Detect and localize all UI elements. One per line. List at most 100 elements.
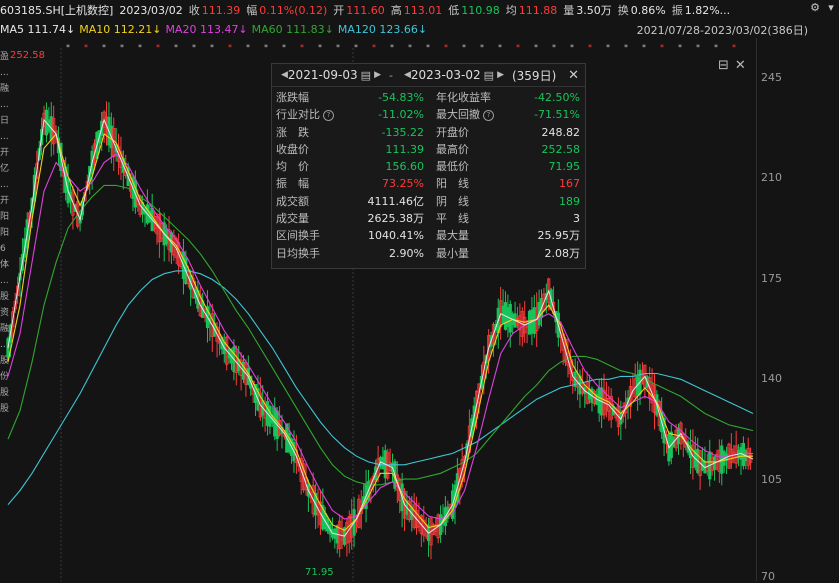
- y-tick-70: 70: [761, 570, 775, 583]
- avg-label: 均: [505, 4, 517, 17]
- calendar-icon[interactable]: ▤: [361, 69, 371, 82]
- calendar-icon[interactable]: ▤: [484, 69, 494, 82]
- event-marker[interactable]: *: [336, 43, 340, 52]
- close-icon[interactable]: ✕: [568, 68, 579, 83]
- event-marker[interactable]: *: [642, 43, 646, 52]
- event-marker[interactable]: *: [516, 43, 520, 52]
- event-marker[interactable]: *: [696, 43, 700, 52]
- ma5-legend[interactable]: MA5 111.74↓: [0, 23, 75, 36]
- stat-value: 167: [559, 177, 580, 191]
- stat-label: 阳 线: [436, 177, 469, 191]
- event-marker[interactable]: *: [588, 43, 592, 52]
- event-marker[interactable]: *: [228, 43, 232, 52]
- stat-value: 111.39: [385, 142, 425, 156]
- amplitude-label: 振: [671, 4, 683, 17]
- stat-value: 1040.41%: [368, 229, 424, 243]
- stat-label: 行业对比?: [276, 106, 354, 123]
- end-date-picker[interactable]: ◀ 2023-03-02 ▤ ▶: [401, 68, 504, 82]
- start-date-picker[interactable]: ◀ 2021-09-03 ▤ ▶: [278, 68, 381, 82]
- help-icon[interactable]: ?: [483, 110, 494, 122]
- stat-label: 平 线: [436, 212, 469, 226]
- event-marker[interactable]: *: [480, 43, 484, 52]
- event-marker[interactable]: *: [264, 43, 268, 52]
- stat-label: 振 幅: [276, 177, 309, 191]
- event-marker[interactable]: *: [192, 43, 196, 52]
- date-range-label: 2021/07/28-2023/03/02(386日): [636, 24, 808, 37]
- close-chart-icon[interactable]: ✕: [735, 58, 746, 73]
- event-marker[interactable]: *: [714, 43, 718, 52]
- event-marker[interactable]: *: [354, 43, 358, 52]
- event-marker[interactable]: *: [282, 43, 286, 52]
- event-marker[interactable]: *: [570, 43, 574, 52]
- ma20-legend[interactable]: MA20 113.47↓: [165, 23, 247, 36]
- quote-bar: 603185.SH[上机数控] 2023/03/02 收 111.39 幅 0.11…: [0, 0, 839, 20]
- stat-value: -54.83%: [378, 91, 424, 104]
- event-marker[interactable]: *: [552, 43, 556, 52]
- stat-value: 2.08万: [544, 246, 581, 260]
- stat-value: 73.25%: [382, 177, 424, 191]
- end-date[interactable]: 2023-03-02: [411, 68, 481, 82]
- help-icon[interactable]: ?: [323, 110, 334, 122]
- event-marker[interactable]: *: [498, 43, 502, 52]
- event-marker[interactable]: *: [444, 43, 448, 52]
- day-count: (359日): [511, 68, 557, 83]
- restore-icon[interactable]: ⊟: [718, 58, 729, 73]
- caret-left-icon[interactable]: ◀: [281, 70, 288, 80]
- vol-value: 3.50万: [576, 4, 612, 17]
- stat-value: 71.95: [548, 160, 581, 174]
- high-value: 113.01: [403, 3, 443, 17]
- event-marker[interactable]: *: [426, 43, 430, 52]
- event-marker[interactable]: *: [624, 43, 628, 52]
- event-marker[interactable]: *: [372, 43, 376, 52]
- event-marker[interactable]: *: [156, 43, 160, 52]
- date-separator: -: [389, 68, 393, 82]
- vol-label: 量: [563, 4, 575, 17]
- ma10-legend[interactable]: MA10 112.21↓: [79, 23, 161, 36]
- stat-label: 最大回撤?: [424, 106, 500, 123]
- stock-symbol[interactable]: 603185.SH[上机数控]: [0, 2, 113, 18]
- ma60-legend[interactable]: MA60 111.83↓: [252, 23, 334, 36]
- event-marker[interactable]: *: [390, 43, 394, 52]
- y-tick-210: 210: [761, 171, 782, 184]
- stat-value: -11.02%: [378, 108, 424, 122]
- event-marker[interactable]: *: [120, 43, 124, 52]
- low-marker: 71.95: [305, 567, 334, 578]
- event-marker[interactable]: *: [678, 43, 682, 52]
- y-tick-245: 245: [761, 71, 782, 84]
- event-marker[interactable]: *: [246, 43, 250, 52]
- stat-label: 均 价: [276, 160, 309, 174]
- stat-value: 252.58: [541, 142, 581, 156]
- high-marker: 252.58: [10, 50, 45, 61]
- caret-left-icon[interactable]: ◀: [404, 70, 411, 80]
- open-label: 开: [333, 4, 345, 17]
- caret-right-icon[interactable]: ▶: [374, 70, 381, 80]
- event-marker[interactable]: *: [318, 43, 322, 52]
- settings-icon[interactable]: ⚙: [809, 2, 821, 14]
- event-marker[interactable]: *: [660, 43, 664, 52]
- event-marker[interactable]: *: [174, 43, 178, 52]
- avg-value: 111.88: [518, 3, 558, 17]
- stat-label: 成交额: [276, 194, 309, 208]
- event-marker[interactable]: *: [462, 43, 466, 52]
- ma120-legend[interactable]: MA120 123.66↓: [338, 23, 427, 36]
- event-marker[interactable]: *: [138, 43, 142, 52]
- event-marker[interactable]: *: [408, 43, 412, 52]
- event-marker[interactable]: *: [102, 43, 106, 52]
- stat-label: 涨跌幅: [276, 91, 309, 104]
- stat-label: 阴 线: [436, 194, 469, 208]
- start-date[interactable]: 2021-09-03: [288, 68, 358, 82]
- event-marker[interactable]: *: [300, 43, 304, 52]
- event-marker[interactable]: *: [534, 43, 538, 52]
- stat-value: 189: [559, 194, 580, 208]
- event-marker[interactable]: *: [66, 43, 70, 52]
- turnover-value: 0.86%: [630, 3, 666, 17]
- event-marker[interactable]: *: [210, 43, 214, 52]
- event-marker[interactable]: *: [606, 43, 610, 52]
- stat-value: 2625.38万: [367, 212, 425, 226]
- chevron-down-icon[interactable]: ▾: [825, 2, 837, 14]
- caret-right-icon[interactable]: ▶: [497, 70, 504, 80]
- change-value: 0.11%(0.12): [259, 3, 328, 17]
- event-marker[interactable]: *: [732, 43, 736, 52]
- stat-label: 最高价: [436, 142, 469, 156]
- event-marker[interactable]: *: [84, 43, 88, 52]
